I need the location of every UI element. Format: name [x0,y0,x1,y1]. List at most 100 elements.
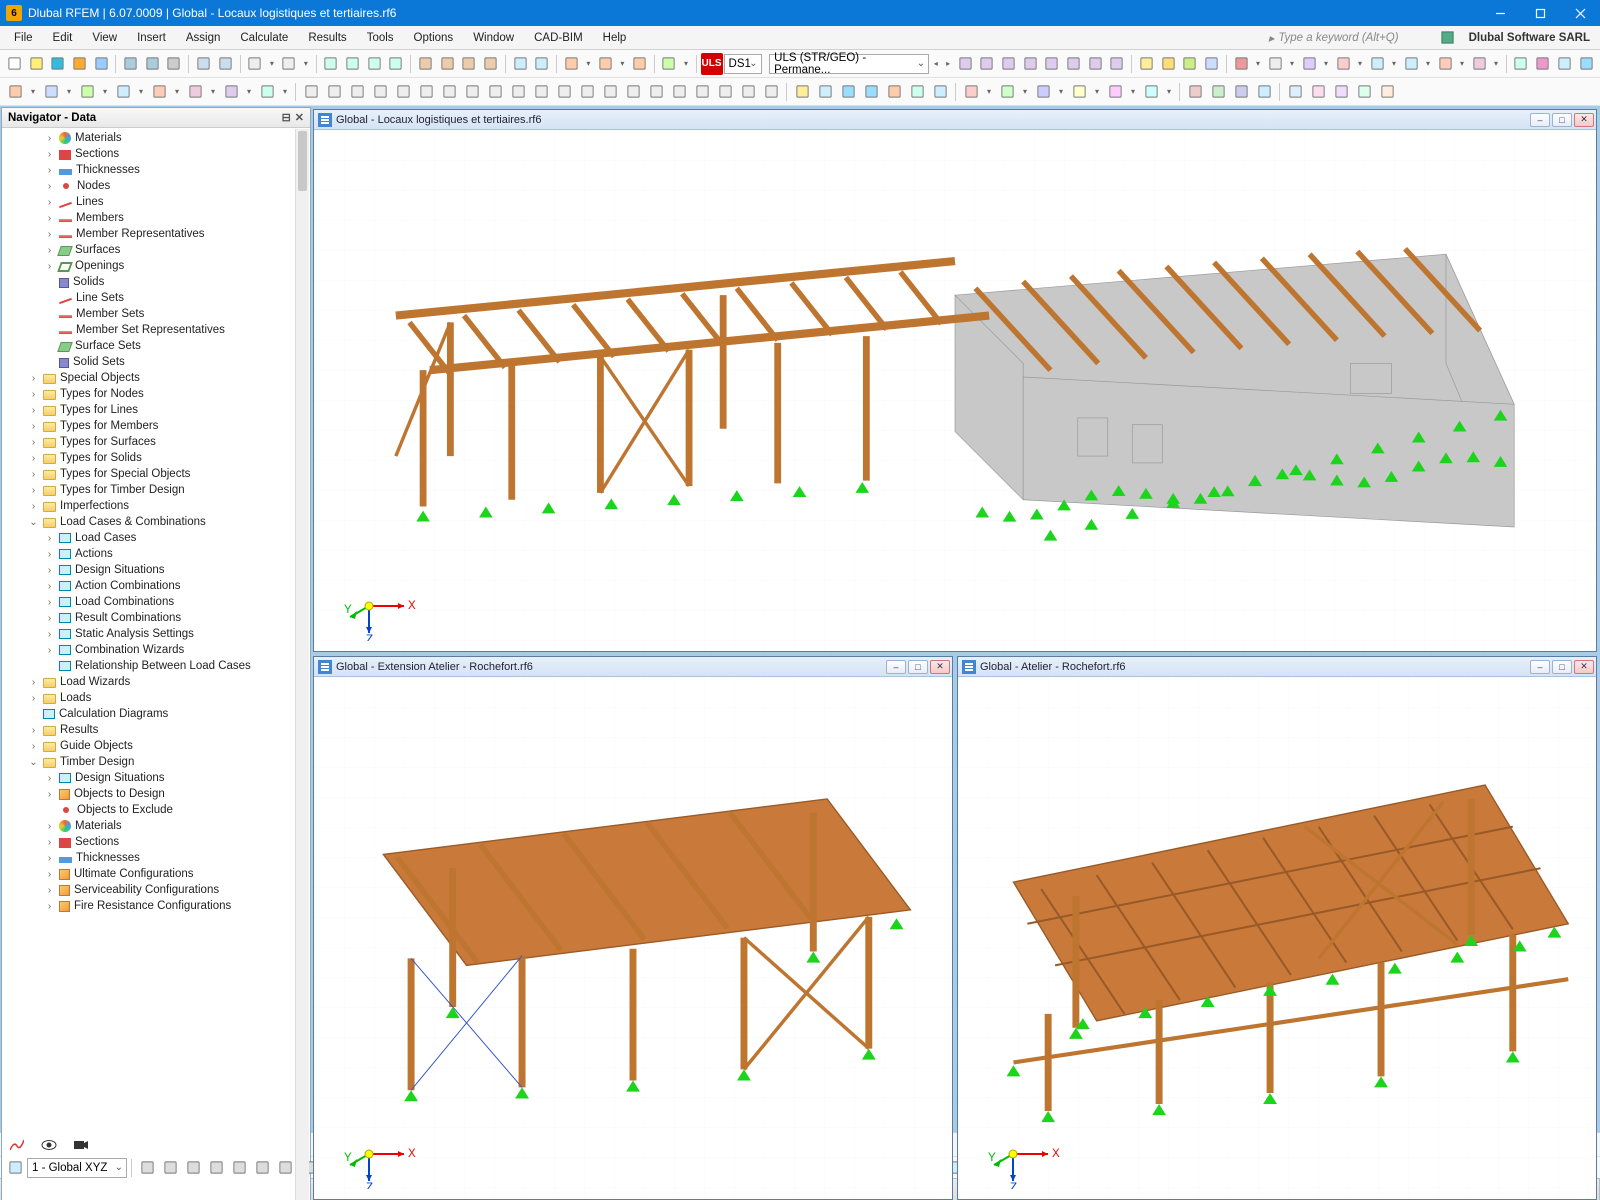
tree-expander[interactable]: › [44,869,55,880]
tree-item[interactable]: Solid Sets [4,354,310,370]
tb1-ex-4[interactable] [1367,53,1388,75]
tb2-c-5[interactable] [906,81,928,103]
tree-item[interactable]: ›Load Wizards [4,674,310,690]
tree-item[interactable]: Line Sets [4,290,310,306]
tree-item[interactable]: ⌄Timber Design [4,754,310,770]
maximize-button[interactable] [1520,0,1560,26]
tb1-print[interactable] [164,53,185,75]
tree-expander[interactable]: › [44,261,55,272]
tb1-undo-dropdown[interactable]: ▾ [266,53,277,75]
tb2-d-3-dropdown[interactable]: ▾ [1091,81,1103,103]
tree-expander[interactable]: › [44,165,55,176]
view1-titlebar[interactable]: Global - Locaux logistiques et tertiaire… [314,110,1596,130]
tb1-disp-1[interactable] [976,53,997,75]
tree-expander[interactable]: › [28,405,39,416]
tree-item[interactable]: ›Design Situations [4,770,310,786]
tree-item[interactable]: ›Imperfections [4,498,310,514]
close-button[interactable] [1560,0,1600,26]
tree-expander[interactable]: › [44,213,55,224]
uls-badge[interactable]: ULS [701,53,723,75]
tb1-table[interactable] [193,53,214,75]
tree-item[interactable]: ›Types for Lines [4,402,310,418]
tb2-d-2[interactable] [1032,81,1054,103]
tb1-undo[interactable] [245,53,266,75]
tree-item[interactable]: Member Sets [4,306,310,322]
combo-prev[interactable]: ◂ [930,53,941,75]
tree-item[interactable]: ›Materials [4,818,310,834]
view2-titlebar[interactable]: Global - Extension Atelier - Rochefort.r… [314,657,952,677]
tb1-load1-dropdown[interactable]: ▾ [583,53,594,75]
tree-expander[interactable]: › [44,197,55,208]
view2-maximize-button[interactable]: □ [908,660,928,674]
help-icon-button[interactable] [1437,26,1459,48]
tb2-d-0-dropdown[interactable]: ▾ [983,81,995,103]
tree-item[interactable]: Calculation Diagrams [4,706,310,722]
tree-expander[interactable]: ⌄ [28,517,39,528]
tb1-disp-6[interactable] [1085,53,1106,75]
tree-scroll-thumb[interactable] [298,131,307,191]
tb2-c-3[interactable] [860,81,882,103]
tree-expander[interactable]: › [44,133,55,144]
tb1-ex-2-dropdown[interactable]: ▾ [1320,53,1331,75]
tree-item[interactable]: ›Loads [4,690,310,706]
tb2-a-5-dropdown[interactable]: ▾ [207,81,219,103]
tb2-a-1[interactable] [40,81,62,103]
tree-expander[interactable]: › [44,181,55,192]
navigator-tree[interactable]: ›Materials›Sections›Thicknesses›Nodes›Li… [2,128,310,1200]
menu-help[interactable]: Help [593,26,637,49]
tb1-col-2[interactable] [1179,53,1200,75]
tb2-b-9[interactable] [507,81,529,103]
tree-expander[interactable]: ⌄ [28,757,39,768]
menu-view[interactable]: View [82,26,127,49]
tb2-e-1[interactable] [1207,81,1229,103]
tb1-calc[interactable] [510,53,531,75]
menu-file[interactable]: File [4,26,43,49]
tree-item[interactable]: ›Design Situations [4,562,310,578]
tb2-b-4[interactable] [392,81,414,103]
tree-item[interactable]: ›Load Cases [4,530,310,546]
tree-expander[interactable]: › [44,597,55,608]
tb2-b-16[interactable] [668,81,690,103]
tree-expander[interactable]: › [44,901,55,912]
tb2-b-0[interactable] [300,81,322,103]
menu-cad-bim[interactable]: CAD-BIM [524,26,593,49]
tree-item[interactable]: ›Results [4,722,310,738]
tb1-load1[interactable] [561,53,582,75]
tree-item[interactable]: ›Types for Members [4,418,310,434]
tree-expander[interactable]: › [44,821,55,832]
tree-item[interactable]: ›Objects to Design [4,786,310,802]
tb2-b-20[interactable] [760,81,782,103]
view1-minimize-button[interactable]: – [1530,113,1550,127]
tree-expander[interactable]: › [44,549,55,560]
tree-item[interactable]: ›Openings [4,258,310,274]
tb1-measure[interactable] [415,53,436,75]
tb2-e-0[interactable] [1184,81,1206,103]
tb1-grid3[interactable] [364,53,385,75]
tb1-ex-5[interactable] [1401,53,1422,75]
tree-item[interactable]: ›Guide Objects [4,738,310,754]
tb2-d-1[interactable] [996,81,1018,103]
tb1-m4[interactable] [480,53,501,75]
tb2-c-1[interactable] [814,81,836,103]
tree-expander[interactable]: › [44,581,55,592]
tb2-b-14[interactable] [622,81,644,103]
tb1-disp-4[interactable] [1041,53,1062,75]
tree-item[interactable]: ›Special Objects [4,370,310,386]
tb1-load2[interactable] [595,53,616,75]
tb2-b-10[interactable] [530,81,552,103]
tb1-col-1[interactable] [1158,53,1179,75]
tb1-col-0[interactable] [1136,53,1157,75]
tb2-a-2-dropdown[interactable]: ▾ [99,81,111,103]
tb2-a-3-dropdown[interactable]: ▾ [135,81,147,103]
tb2-f-4[interactable] [1376,81,1398,103]
tree-expander[interactable]: › [28,501,39,512]
tb2-d-3[interactable] [1068,81,1090,103]
tree-item[interactable]: ›Thicknesses [4,850,310,866]
view1-canvas[interactable]: X Y Z [314,130,1596,651]
tb1-ex-7[interactable] [1469,53,1490,75]
tree-item[interactable]: ›Thicknesses [4,162,310,178]
tb2-c-2[interactable] [837,81,859,103]
tb2-f-0[interactable] [1284,81,1306,103]
tb2-e-3[interactable] [1253,81,1275,103]
tb2-d-0[interactable] [960,81,982,103]
